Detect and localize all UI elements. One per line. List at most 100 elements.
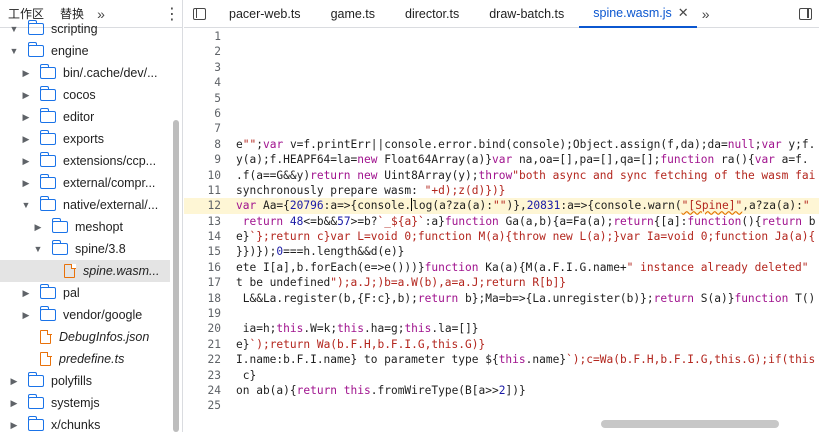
line-number[interactable]: 10 <box>184 168 221 183</box>
tree-folder-item[interactable]: ▶ polyfills <box>0 370 170 392</box>
dock-toggle-button[interactable] <box>791 0 819 28</box>
editor-tab[interactable]: pacer-web.ts <box>214 0 316 28</box>
folder-icon <box>51 240 68 255</box>
line-number[interactable]: 2 <box>184 44 221 59</box>
horizontal-scrollbar[interactable] <box>601 420 779 428</box>
code-line[interactable]: 4 <box>184 75 819 90</box>
code-line[interactable]: 16 ete I[a],b.forEach(e=>e()))}function K… <box>184 260 819 275</box>
line-number[interactable]: 5 <box>184 91 221 106</box>
code-line[interactable]: 25 <box>184 398 819 413</box>
caret-right-icon[interactable]: ▶ <box>20 172 32 194</box>
editor-tab[interactable]: game.ts <box>316 0 390 28</box>
chevron-double-right-icon[interactable]: » <box>697 6 715 22</box>
line-number[interactable]: 20 <box>184 321 221 336</box>
tree-folder-item[interactable]: ▼ engine <box>0 40 170 62</box>
tree-folder-item[interactable]: ▶ x/chunks <box>0 414 170 432</box>
line-number[interactable]: 14 <box>184 229 221 244</box>
caret-right-icon[interactable]: ▶ <box>8 414 20 432</box>
line-number[interactable]: 18 <box>184 291 221 306</box>
code-line[interactable]: 12 var Aa={20796:a=>{console.log(a?za(a):… <box>184 198 819 214</box>
editor-tab[interactable]: draw-batch.ts <box>474 0 579 28</box>
line-number[interactable]: 3 <box>184 60 221 75</box>
caret-right-icon[interactable]: ▶ <box>32 216 44 238</box>
caret-down-icon[interactable]: ▼ <box>32 238 44 260</box>
code-line[interactable]: 22 I.name:b.F.I.name} to parameter type $… <box>184 352 819 367</box>
code-line[interactable]: 6 <box>184 106 819 121</box>
tree-folder-item[interactable]: ▶ vendor/google <box>0 304 170 326</box>
caret-right-icon[interactable]: ▶ <box>8 370 20 392</box>
tree-folder-item[interactable]: ▶ pal <box>0 282 170 304</box>
tree-file-item[interactable]: predefine.ts <box>0 348 170 370</box>
code-area[interactable]: 1 2 3 4 5 6 7 8 e"";var v=f.printErr||console.er… <box>184 29 819 420</box>
tree-folder-item[interactable]: ▶ exports <box>0 128 170 150</box>
line-number[interactable]: 4 <box>184 75 221 90</box>
caret-down-icon[interactable]: ▼ <box>8 40 20 62</box>
code-line[interactable]: 19 <box>184 306 819 321</box>
line-number[interactable]: 13 <box>184 214 221 229</box>
line-number[interactable]: 22 <box>184 352 221 367</box>
code-line[interactable]: 10 .f(a==G&&y)return new Uint8Array(y);th… <box>184 168 819 183</box>
line-number[interactable]: 19 <box>184 306 221 321</box>
code-line[interactable]: 9 y(a);f.HEAPF64=la=new Float64Array(a)}v… <box>184 152 819 167</box>
tree-folder-item[interactable]: ▶ extensions/ccp... <box>0 150 170 172</box>
code-line[interactable]: 5 <box>184 91 819 106</box>
tree-folder-item[interactable]: ▶ editor <box>0 106 170 128</box>
line-number[interactable]: 1 <box>184 29 221 44</box>
file-icon <box>40 351 52 366</box>
code-line[interactable]: 8 e"";var v=f.printErr||console.error.bin… <box>184 137 819 152</box>
caret-right-icon[interactable]: ▶ <box>20 150 32 172</box>
navigator-scrollbar[interactable] <box>173 120 179 432</box>
code-line[interactable]: 3 <box>184 60 819 75</box>
line-number[interactable]: 17 <box>184 275 221 290</box>
tree-folder-item[interactable]: ▼ spine/3.8 <box>0 238 170 260</box>
line-number[interactable]: 6 <box>184 106 221 121</box>
tree-file-item[interactable]: DebugInfos.json <box>0 326 170 348</box>
code-line[interactable]: 2 <box>184 44 819 59</box>
code-line[interactable]: 14 e}`};return c}var L=void 0;function M(… <box>184 229 819 244</box>
line-number[interactable]: 15 <box>184 244 221 259</box>
code-line[interactable]: 23 c} <box>184 368 819 383</box>
tree-folder-item[interactable]: ▶ external/compr... <box>0 172 170 194</box>
line-number[interactable]: 23 <box>184 368 221 383</box>
editor-tab[interactable]: spine.wasm.js ✕ <box>579 0 697 28</box>
caret-down-icon[interactable]: ▼ <box>20 194 32 216</box>
code-line[interactable]: 13 return 48<=b&&57>=b?`_${a}`:a}functio… <box>184 214 819 229</box>
tree-folder-item[interactable]: ▼ scripting <box>0 18 170 40</box>
tree-folder-item[interactable]: ▶ meshopt <box>0 216 170 238</box>
code-line[interactable]: 24 on ab(a){return this.fromWireType(B[a>… <box>184 383 819 398</box>
tree-folder-item[interactable]: ▼ native/external/... <box>0 194 170 216</box>
code-line[interactable]: 15}})});0===h.length&&d(e)} <box>184 244 819 259</box>
tree-file-item[interactable]: spine.wasm... <box>0 260 170 282</box>
line-number[interactable]: 8 <box>184 137 221 152</box>
caret-right-icon[interactable]: ▶ <box>8 392 20 414</box>
code-line[interactable]: 7 <box>184 121 819 136</box>
file-tree: ▼ scripting ▼ engine ▶ bin/.cache/dev/... ▶ coc… <box>0 18 170 432</box>
caret-right-icon[interactable]: ▶ <box>20 282 32 304</box>
caret-down-icon[interactable]: ▼ <box>8 18 20 40</box>
code-line[interactable]: 11 synchronously prepare wasm: "+d);z(d)}… <box>184 183 819 198</box>
close-icon[interactable]: ✕ <box>678 0 689 27</box>
caret-right-icon[interactable]: ▶ <box>20 84 32 106</box>
line-number[interactable]: 7 <box>184 121 221 136</box>
line-number[interactable]: 16 <box>184 260 221 275</box>
code-line[interactable]: 21 e}`);return Wa(b.F.H,b.F.I.G,this.G)} <box>184 337 819 352</box>
caret-right-icon[interactable]: ▶ <box>20 128 32 150</box>
code-line[interactable]: 1 <box>184 29 819 44</box>
editor-tab[interactable]: director.ts <box>390 0 474 28</box>
line-number[interactable]: 25 <box>184 398 221 413</box>
sidebar-toggle-button[interactable] <box>184 0 214 28</box>
code-line[interactable]: 18 L&&La.register(b,{F:c},b);return b};M… <box>184 291 819 306</box>
caret-right-icon[interactable]: ▶ <box>20 62 32 84</box>
line-number[interactable]: 21 <box>184 337 221 352</box>
line-number[interactable]: 11 <box>184 183 221 198</box>
tree-folder-item[interactable]: ▶ systemjs <box>0 392 170 414</box>
tree-folder-item[interactable]: ▶ bin/.cache/dev/... <box>0 62 170 84</box>
caret-right-icon[interactable]: ▶ <box>20 106 32 128</box>
line-number[interactable]: 24 <box>184 383 221 398</box>
code-line[interactable]: 17 t be undefined");a.J;)b=a.W(b),a=a.J;r… <box>184 275 819 290</box>
line-number[interactable]: 9 <box>184 152 221 167</box>
tree-folder-item[interactable]: ▶ cocos <box>0 84 170 106</box>
line-number[interactable]: 12 <box>184 198 221 213</box>
code-line[interactable]: 20 ia=h;this.W=k;this.ha=g;this.la=[]} <box>184 321 819 336</box>
caret-right-icon[interactable]: ▶ <box>20 304 32 326</box>
